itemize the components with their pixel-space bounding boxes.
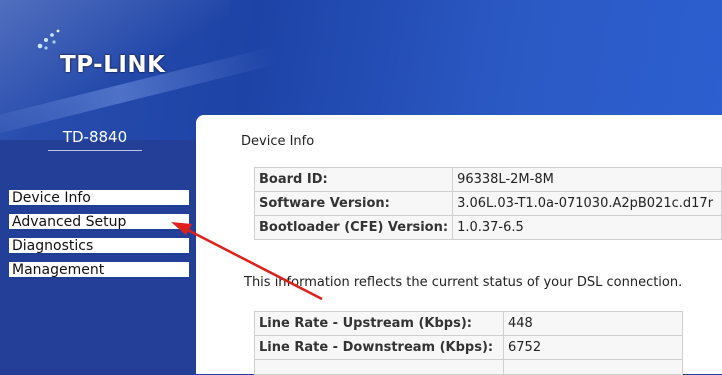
upstream-rate-value: 448 bbox=[503, 311, 683, 336]
status-note: This information reflects the current st… bbox=[244, 275, 683, 290]
model-name: TD-8840 bbox=[48, 128, 142, 151]
sidebar-item-device-info[interactable]: Device Info bbox=[9, 190, 189, 207]
table-row bbox=[254, 359, 683, 375]
upstream-rate-label: Line Rate - Upstream (Kbps): bbox=[254, 311, 504, 336]
table-row: Line Rate - Upstream (Kbps): 448 bbox=[254, 311, 683, 336]
software-version-label: Software Version: bbox=[253, 191, 454, 216]
downstream-rate-value: 6752 bbox=[503, 335, 683, 360]
content-panel: Device Info Board ID: 96338L-2M-8M Softw… bbox=[196, 115, 722, 375]
board-id-label: Board ID: bbox=[253, 167, 454, 192]
table-row-cut bbox=[503, 359, 683, 375]
device-info-table: Board ID: 96338L-2M-8M Software Version:… bbox=[253, 167, 722, 240]
dsl-status-table: Line Rate - Upstream (Kbps): 448 Line Ra… bbox=[254, 311, 683, 375]
sidebar-item-diagnostics[interactable]: Diagnostics bbox=[9, 238, 189, 255]
downstream-rate-label: Line Rate - Downstream (Kbps): bbox=[254, 335, 504, 360]
table-row-cut bbox=[254, 359, 504, 375]
sidebar bbox=[0, 140, 195, 374]
sidebar-item-advanced-setup[interactable]: Advanced Setup bbox=[9, 214, 189, 231]
brand-logo: TP-LINK bbox=[60, 52, 166, 78]
software-version-value: 3.06L.03-T1.0a-071030.A2pB021c.d17r bbox=[452, 191, 722, 216]
table-row: Software Version: 3.06L.03-T1.0a-071030.… bbox=[253, 191, 722, 216]
bootloader-version-label: Bootloader (CFE) Version: bbox=[253, 215, 454, 240]
table-row: Bootloader (CFE) Version: 1.0.37-6.5 bbox=[253, 215, 722, 240]
table-row: Line Rate - Downstream (Kbps): 6752 bbox=[254, 335, 683, 360]
board-id-value: 96338L-2M-8M bbox=[452, 167, 722, 192]
table-row: Board ID: 96338L-2M-8M bbox=[253, 167, 722, 192]
page-title: Device Info bbox=[241, 134, 315, 149]
bootloader-version-value: 1.0.37-6.5 bbox=[452, 215, 722, 240]
sidebar-item-management[interactable]: Management bbox=[9, 262, 189, 279]
